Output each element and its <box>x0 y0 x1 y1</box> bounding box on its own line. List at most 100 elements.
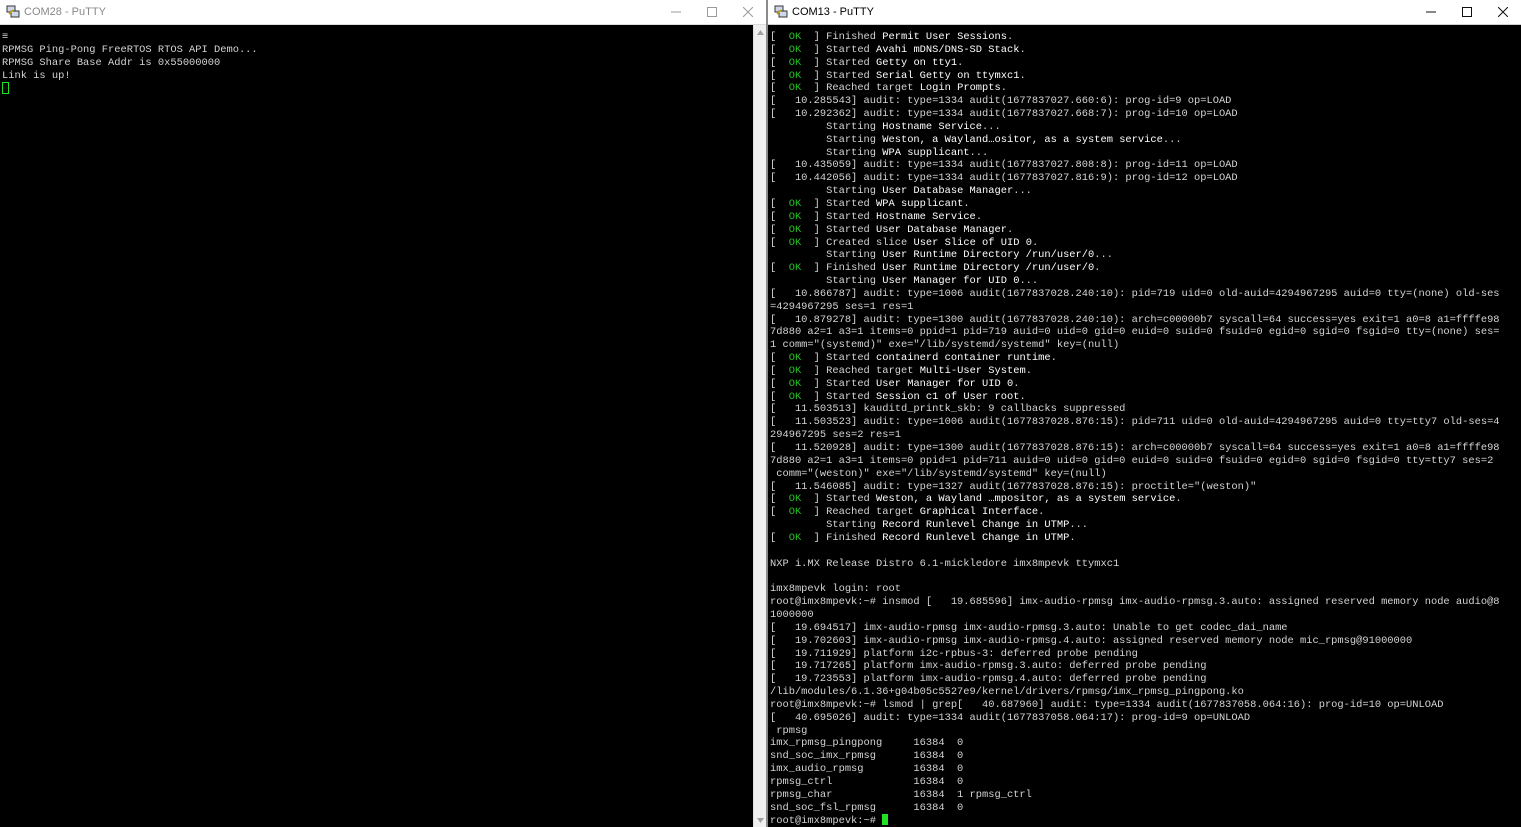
line-text: imx_audio_rpmsg 16384 0 <box>770 763 964 776</box>
terminal-line: [ 19.694517] imx-audio-rpmsg imx-audio-r… <box>770 622 1288 634</box>
ok-status: OK <box>788 56 802 69</box>
terminal-output[interactable]: ≡ RPMSG Ping-Pong FreeRTOS RTOS API Demo… <box>0 25 754 827</box>
ok-status: OK <box>788 31 802 43</box>
terminal-line: RPMSG Ping-Pong FreeRTOS RTOS API Demo..… <box>2 44 258 56</box>
maximize-button[interactable] <box>1449 0 1485 24</box>
line-text: [ <box>770 223 789 236</box>
line-text: ] Started <box>801 223 877 236</box>
line-text: root@imx8mpevk:~# insmod [ 19.685596] im… <box>770 596 1500 609</box>
putty-window-com28[interactable]: COM28 - PuTTY ≡ RPMSG Ping-Pong FreeRTOS… <box>0 0 766 827</box>
line-text: ... <box>982 120 1001 133</box>
line-text: ] Finished <box>801 31 883 43</box>
line-text: ] Created slice <box>801 236 914 249</box>
terminal-line: rpmsg_ctrl 16384 0 <box>770 776 963 788</box>
line-text: 7d880 a2=1 a3=1 items=0 ppid=1 pid=719 a… <box>770 326 1500 339</box>
line-text: User Database Manager <box>882 185 1014 198</box>
terminal-line: imx_audio_rpmsg 16384 0 <box>770 763 963 775</box>
vertical-scrollbar[interactable] <box>753 25 766 827</box>
line-text: [ 10.442056] audit: type=1334 audit(1677… <box>770 172 1238 185</box>
ok-status: OK <box>788 352 802 365</box>
line-text: Graphical Interface <box>919 506 1039 519</box>
line-text: ... <box>1069 519 1089 532</box>
line-text: 294967295 ses=2 res=1 <box>770 429 901 442</box>
terminal-line: root@imx8mpevk:~# insmod [ 19.685596] im… <box>770 596 1500 608</box>
line-text: [ <box>770 390 789 403</box>
scroll-down-button[interactable] <box>754 813 766 827</box>
line-text: 7d880 a2=1 a3=1 items=0 ppid=1 pid=711 a… <box>770 454 1494 467</box>
line-text: [ <box>770 364 789 377</box>
line-text: User Slice of UID 0 <box>913 236 1032 249</box>
line-text: ] Finished <box>801 262 883 275</box>
terminal-line: snd_soc_fsl_rpmsg 16384 0 <box>770 802 963 814</box>
terminal-line: root@imx8mpevk:~# lsmod | grep[ 40.68796… <box>770 699 1443 711</box>
minimize-icon <box>671 11 681 13</box>
terminal-line: [ OK ] Finished Permit User Sessions. <box>770 31 1013 43</box>
ok-status: OK <box>788 210 802 223</box>
terminal-line: [ 19.723553] platform imx-audio-rpmsg.4.… <box>770 673 1206 685</box>
terminal-line: [ OK ] Reached target Login Prompts. <box>770 82 1007 94</box>
line-text: . <box>1000 82 1007 95</box>
line-text: User Runtime Directory /run/user/0 <box>882 262 1095 275</box>
minimize-button[interactable] <box>658 0 694 24</box>
terminal-output[interactable]: [ OK ] Finished Permit User Sessions. [ … <box>768 25 1521 827</box>
line-text: Record Runlevel Change in UTMP <box>882 531 1070 544</box>
putty-window-com13[interactable]: COM13 - PuTTY [ OK ] Finished Permit Use… <box>768 0 1521 827</box>
line-text: ] Started <box>801 197 877 210</box>
terminal-line: [ OK ] Finished User Runtime Directory /… <box>770 262 1101 274</box>
terminal-line: [ OK ] Started User Manager for UID 0. <box>770 378 1019 390</box>
ok-status: OK <box>788 236 802 249</box>
terminal-line: [ 19.717265] platform imx-audio-rpmsg.3.… <box>770 660 1206 672</box>
line-text: . <box>1031 236 1039 249</box>
minimize-button[interactable] <box>1413 0 1449 24</box>
line-text: [ 19.702603] imx-audio-rpmsg imx-audio-r… <box>770 634 1413 647</box>
line-text: [ <box>770 210 789 223</box>
line-text: [ <box>770 236 789 249</box>
terminal-line: [ 11.503513] kauditd_printk_skb: 9 callb… <box>770 403 1125 415</box>
terminal-line: [ 10.435059] audit: type=1334 audit(1677… <box>770 159 1238 171</box>
terminal-line: [ OK ] Started Serial Getty on ttymxc1. <box>770 70 1026 82</box>
line-text: imx_rpmsg_pingpong 16384 0 <box>770 737 964 750</box>
line-text: snd_soc_fsl_rpmsg 16384 0 <box>770 801 964 814</box>
line-text: [ <box>770 56 789 69</box>
scroll-up-button[interactable] <box>754 25 766 39</box>
line-text: ] Started <box>801 56 877 69</box>
line-text: Starting <box>770 249 883 262</box>
line-text: ] Started <box>801 352 877 365</box>
line-text: [ 10.435059] audit: type=1334 audit(1677… <box>770 159 1238 172</box>
line-text: Starting <box>770 133 883 146</box>
line-text: ] Started <box>801 69 877 82</box>
terminal-line: rpmsg <box>770 725 807 737</box>
line-text: [ 19.717265] platform imx-audio-rpmsg.3.… <box>770 660 1207 673</box>
title-bar[interactable]: COM28 - PuTTY <box>0 0 766 25</box>
terminal-line: [ OK ] Started Avahi mDNS/DNS-SD Stack. <box>770 44 1026 56</box>
close-icon <box>1498 7 1508 17</box>
terminal-line: Link is up! <box>2 70 71 82</box>
title-bar[interactable]: COM13 - PuTTY <box>768 0 1521 25</box>
ok-status: OK <box>788 531 802 544</box>
line-text: ... <box>1019 275 1039 288</box>
terminal-line: [ 11.520928] audit: type=1300 audit(1677… <box>770 442 1500 454</box>
window-title: COM28 - PuTTY <box>24 6 106 18</box>
line-text: [ <box>770 82 789 95</box>
line-text: [ <box>770 377 789 390</box>
ok-status: OK <box>788 493 802 506</box>
line-text: rpmsg_ctrl 16384 0 <box>770 775 964 788</box>
terminal-line: [ 11.546085] audit: type=1327 audit(1677… <box>770 481 1256 493</box>
close-icon <box>743 7 753 17</box>
terminal-line: [ 40.695026] audit: type=1334 audit(1677… <box>770 712 1250 724</box>
line-text: [ <box>770 531 789 544</box>
terminal-line: [ 10.879278] audit: type=1300 audit(1677… <box>770 314 1500 326</box>
line-text: [ <box>770 352 789 365</box>
line-text: . <box>1019 69 1026 82</box>
close-button[interactable] <box>1485 0 1521 24</box>
terminal-line: [ 10.285543] audit: type=1334 audit(1677… <box>770 95 1231 107</box>
line-text: [ 11.546085] audit: type=1327 audit(1677… <box>770 480 1257 493</box>
terminal-line: Starting Weston, a Wayland…ositor, as a … <box>770 133 1181 146</box>
line-text: ] Started <box>801 493 877 506</box>
ok-status: OK <box>788 197 802 210</box>
maximize-button[interactable] <box>694 0 730 24</box>
line-text: Hostname Service <box>882 120 983 133</box>
terminal-line: Starting User Manager for UID 0... <box>770 275 1038 287</box>
close-button[interactable] <box>730 0 766 24</box>
line-text: NXP i.MX Release Distro 6.1-mickledore i… <box>770 557 1120 570</box>
